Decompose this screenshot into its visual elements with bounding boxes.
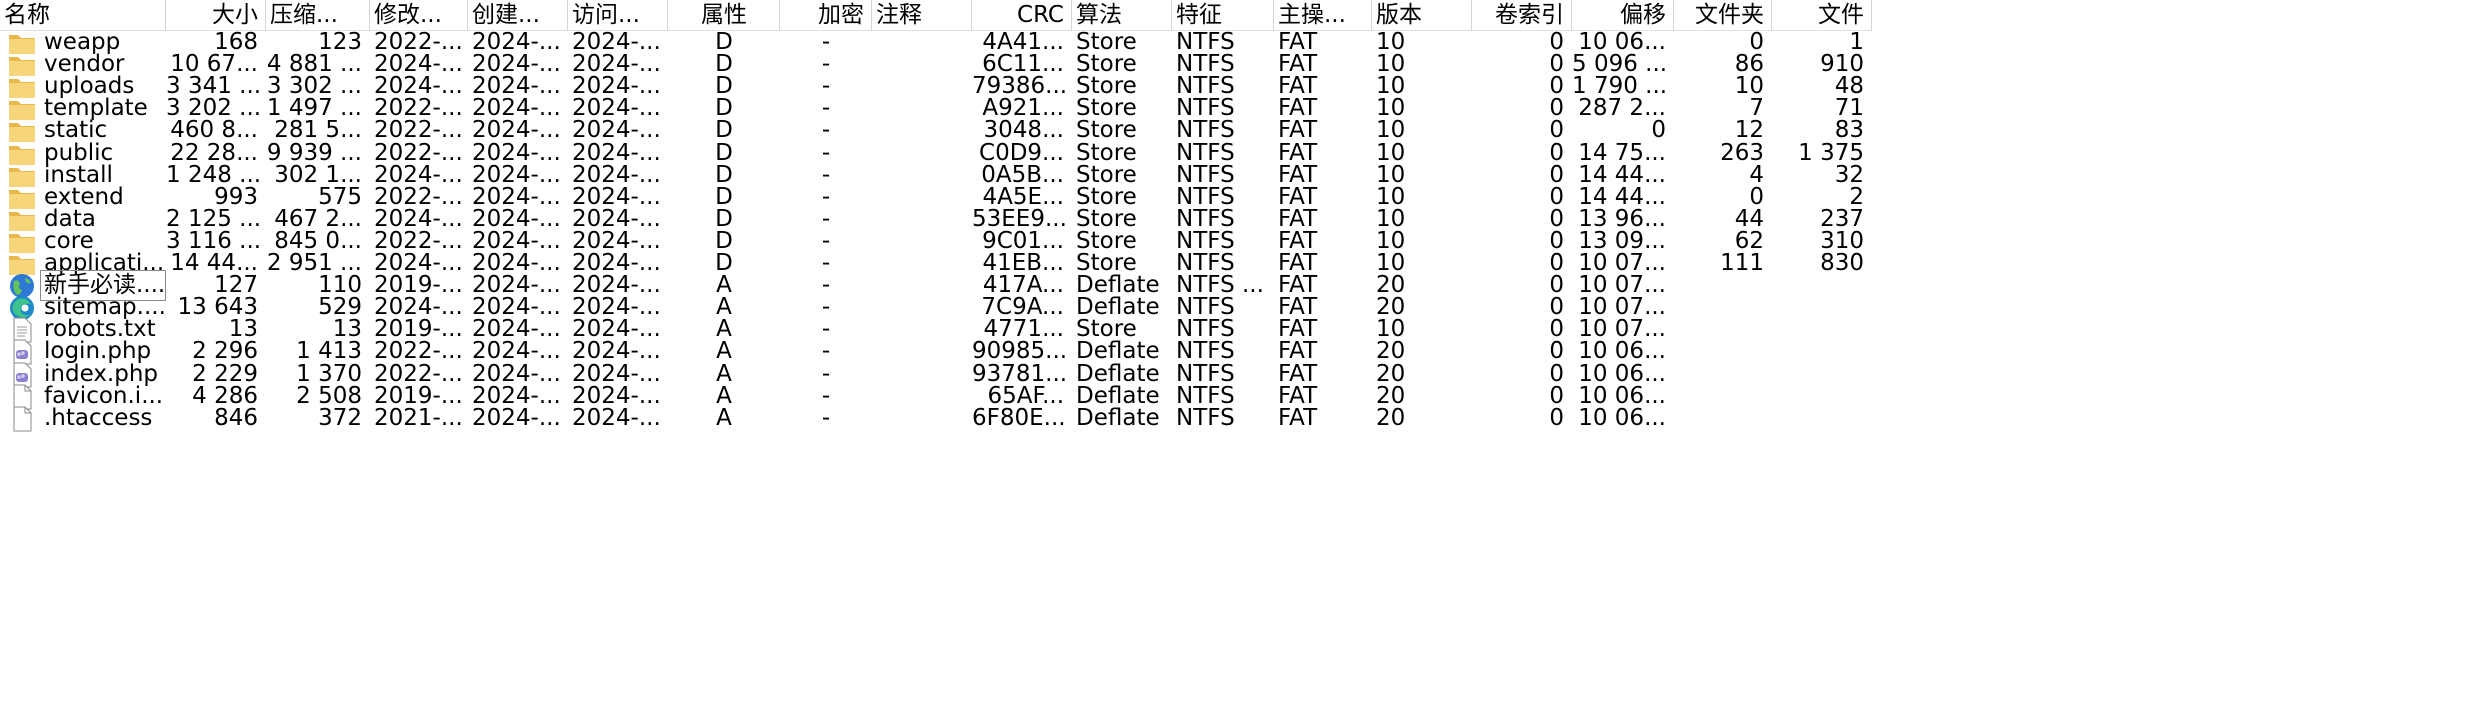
cell-version: 20 <box>1376 404 1406 431</box>
cell-files <box>1772 401 1872 436</box>
cell-name: .htaccess <box>44 404 153 431</box>
cell-offset: 10 06... <box>1578 404 1666 431</box>
cell-accessed: 2024-... <box>572 404 661 431</box>
cell-method: Deflate <box>1076 404 1160 431</box>
cell-created: 2024-... <box>472 404 561 431</box>
cell-crc: 6F80E... <box>972 404 1066 431</box>
cell-comment <box>872 401 972 436</box>
cell-folders <box>1674 401 1772 436</box>
cell-feature: NTFS <box>1176 404 1235 431</box>
cell-attr: A <box>716 404 732 431</box>
cell-size: 846 <box>214 404 258 431</box>
cell-volindex: 0 <box>1549 404 1564 431</box>
cell-host: FAT <box>1278 404 1318 431</box>
cell-packed: 372 <box>318 404 362 431</box>
table-row[interactable]: .htaccess 846 372 2021-... 2024-... 2024-... A… <box>0 405 1872 432</box>
cell-modified: 2021-... <box>374 404 463 431</box>
archive-file-list: 名称 大小 压缩... 修改... 创建... 访问... 属性 加密 注释 CRC 算法 特征 主操.… <box>0 0 2480 708</box>
cell-enc: - <box>821 404 831 431</box>
